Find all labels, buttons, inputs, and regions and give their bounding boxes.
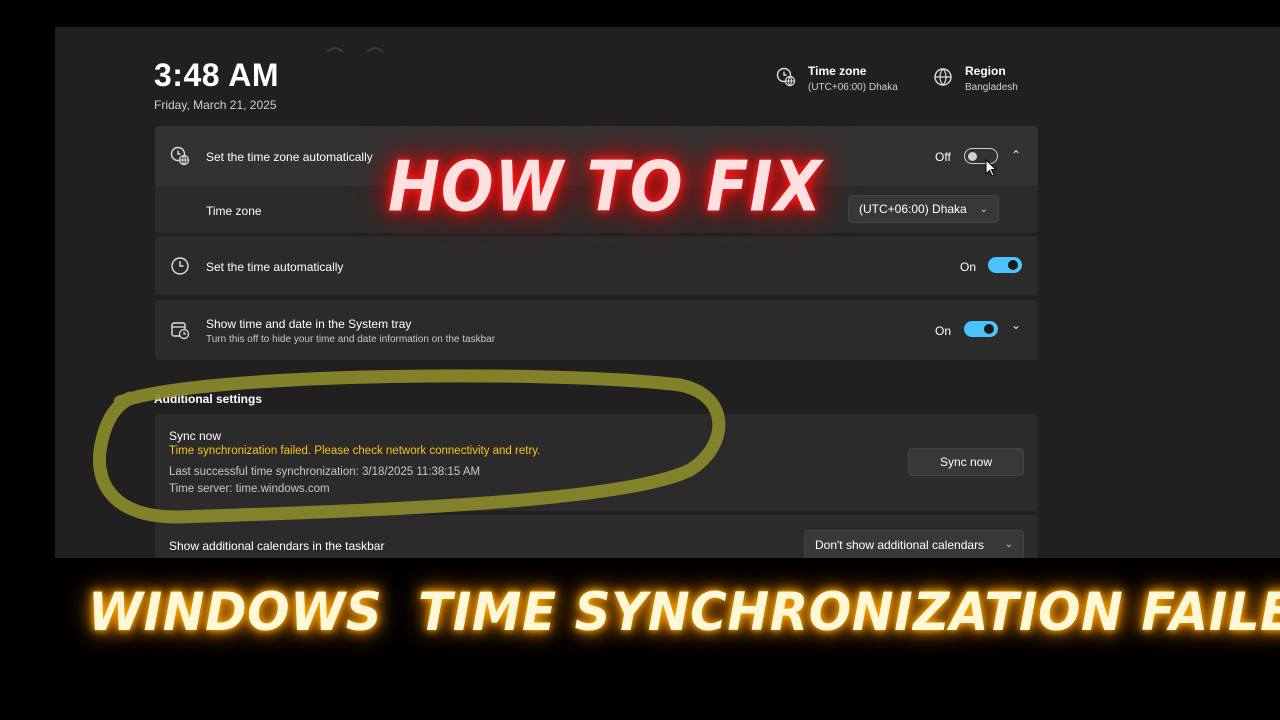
system-tray-toggle[interactable] — [964, 321, 998, 337]
system-tray-row[interactable]: Show time and date in the System tray Tu… — [155, 300, 1038, 360]
calendars-row: Show additional calendars in the taskbar… — [155, 515, 1038, 558]
chevron-up-icon[interactable]: ⌃ — [1011, 148, 1021, 162]
calendars-value: Don't show additional calendars — [815, 537, 985, 552]
auto-time-label: Set the time automatically — [206, 260, 344, 274]
additional-settings-header: Additional settings — [154, 392, 262, 406]
auto-time-toggle[interactable] — [988, 257, 1022, 273]
system-tray-description: Turn this off to hide your time and date… — [206, 334, 496, 345]
caption-overlay: WINDOWS TIME SYNCHRONIZATION FAILED — [88, 581, 1280, 643]
system-tray-label: Show time and date in the System tray — [206, 317, 412, 331]
current-date: Friday, March 21, 2025 — [154, 98, 277, 112]
region-value: Bangladesh — [965, 82, 1018, 93]
clock-icon — [171, 257, 189, 275]
time-zone-label: Time zone — [206, 204, 262, 218]
header-timezone: Time zone (UTC+06:00) Dhaka — [776, 64, 898, 93]
decorative-arc — [326, 47, 384, 52]
sync-now-button[interactable]: Sync now — [908, 448, 1024, 476]
calendar-clock-icon — [171, 322, 190, 340]
current-time: 3:48 AM — [154, 57, 280, 93]
timezone-title: Time zone — [808, 64, 867, 78]
header-region: Region Bangladesh — [933, 64, 1018, 93]
time-zone-value: (UTC+06:00) Dhaka — [859, 202, 967, 216]
auto-time-row[interactable]: Set the time automatically On — [155, 236, 1038, 295]
headline-overlay: HOW TO FIX — [388, 145, 823, 228]
timezone-icon — [776, 67, 796, 87]
sync-now-card: Sync now Time synchronization failed. Pl… — [155, 414, 1038, 511]
chevron-down-icon[interactable]: ⌄ — [1011, 318, 1021, 332]
auto-timezone-state: Off — [935, 150, 951, 164]
sync-now-title: Sync now — [169, 429, 222, 443]
system-tray-state: On — [935, 324, 952, 338]
globe-icon — [934, 68, 952, 86]
last-sync-text: Last successful time synchronization: 3/… — [169, 466, 481, 478]
mouse-cursor-icon — [985, 159, 998, 177]
time-server-text: Time server: time.windows.com — [169, 483, 330, 495]
auto-time-state: On — [960, 260, 977, 274]
time-zone-dropdown[interactable]: (UTC+06:00) Dhaka ⌄ — [848, 195, 999, 223]
timezone-sync-icon — [170, 146, 190, 166]
calendars-dropdown[interactable]: Don't show additional calendars ⌄ — [804, 530, 1024, 558]
auto-timezone-label: Set the time zone automatically — [206, 150, 373, 164]
calendars-label: Show additional calendars in the taskbar — [169, 539, 385, 553]
timezone-value: (UTC+06:00) Dhaka — [808, 82, 898, 93]
region-title: Region — [965, 64, 1006, 78]
chevron-down-icon: ⌄ — [979, 203, 988, 215]
chevron-down-icon: ⌄ — [1004, 539, 1013, 550]
settings-window: 3:48 AM Friday, March 21, 2025 Time zone… — [55, 27, 1280, 558]
sync-error-message: Time synchronization failed. Please chec… — [169, 445, 541, 457]
